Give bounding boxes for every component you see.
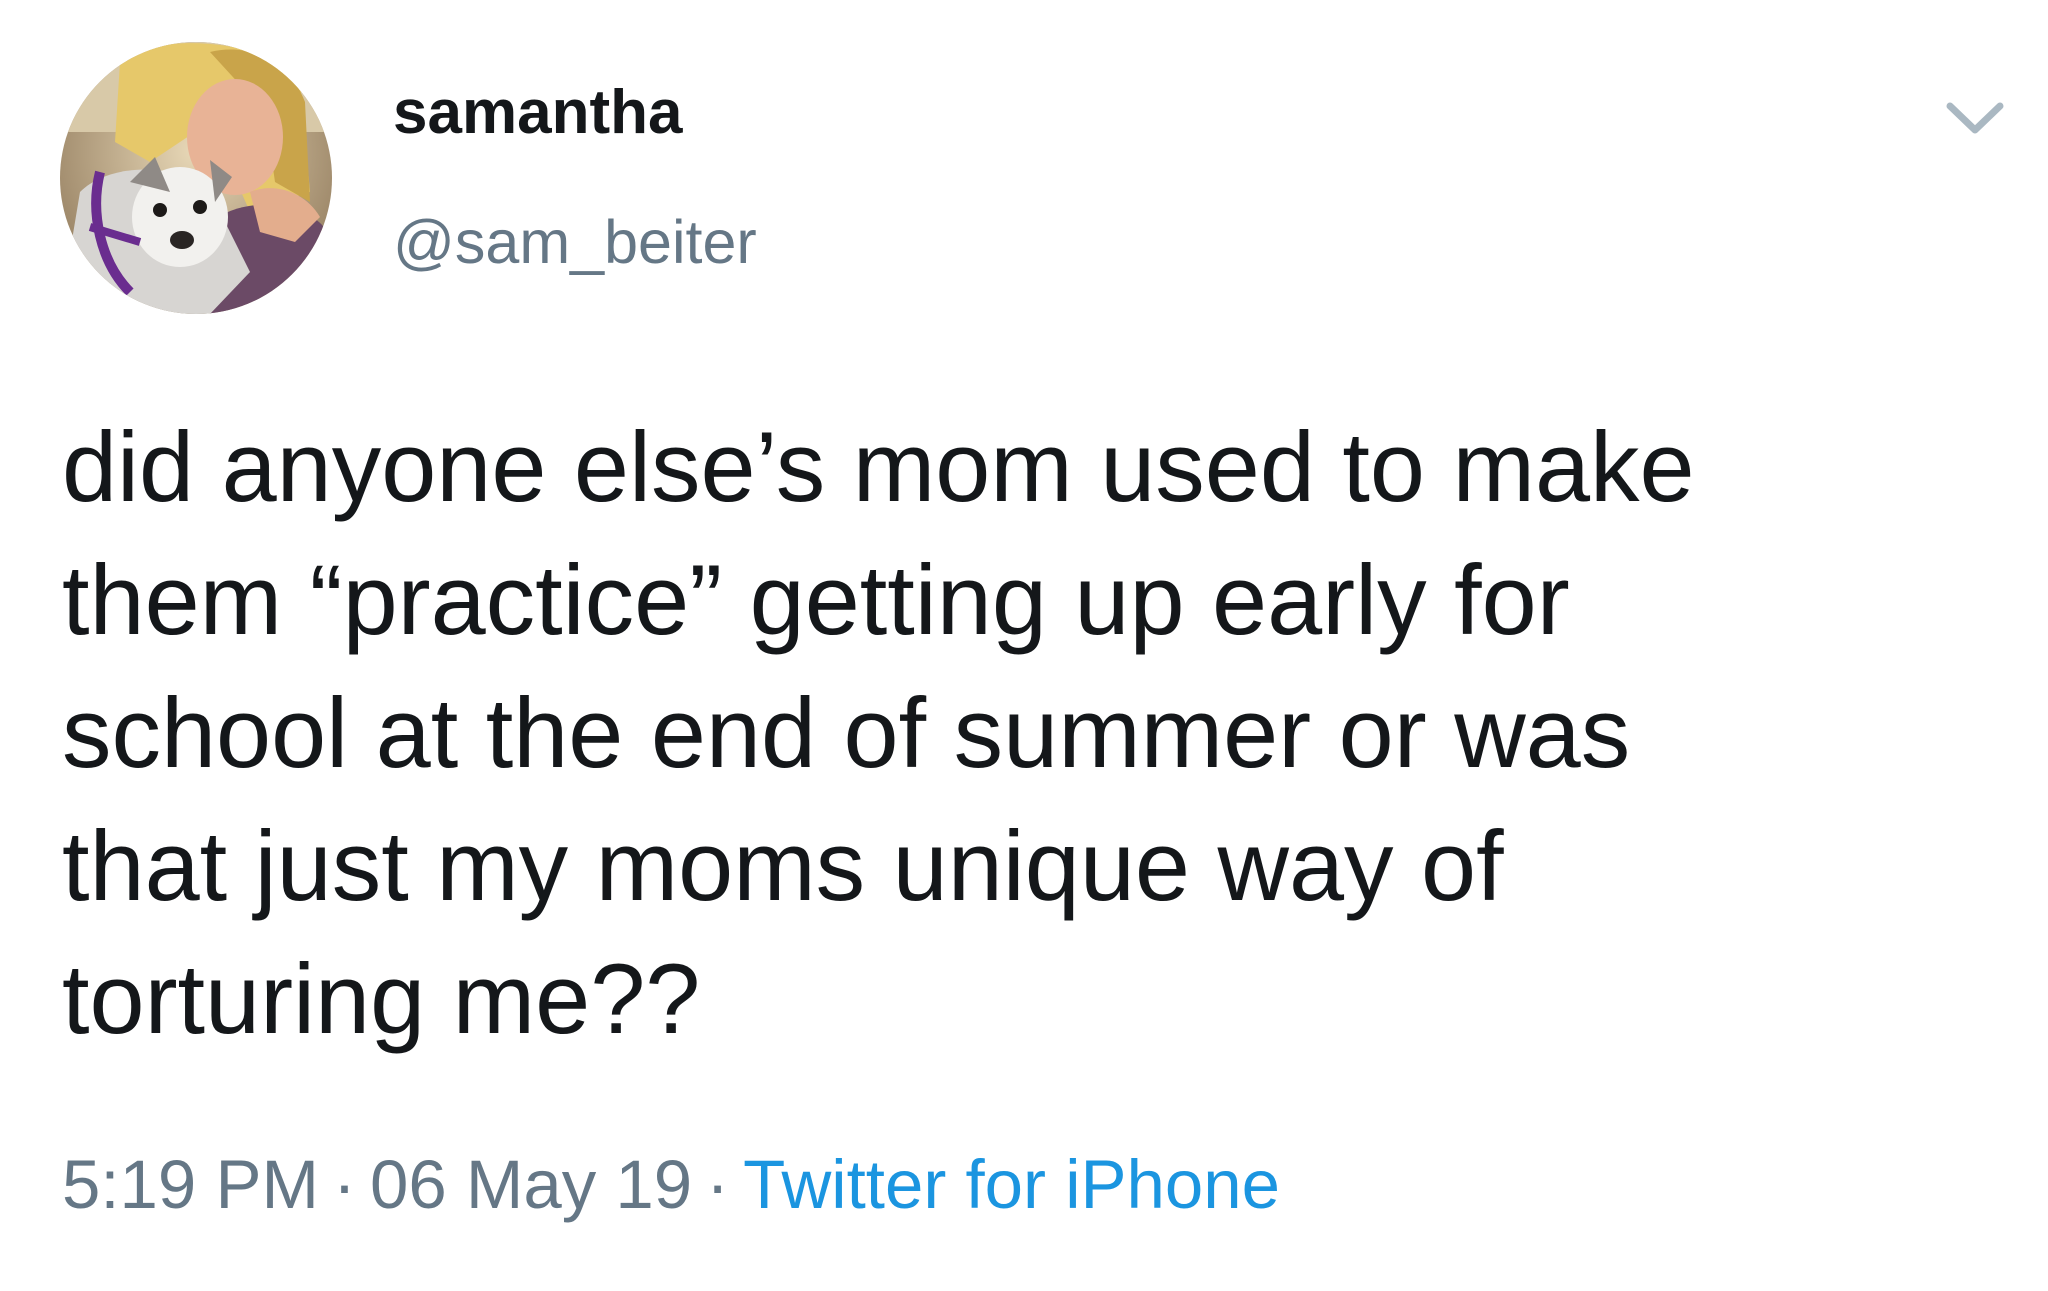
display-name[interactable]: samantha: [393, 82, 682, 144]
tweet-meta: 5:19 PM · 06 May 19 · Twitter for iPhone: [62, 1150, 1280, 1219]
avatar-photo: [60, 42, 332, 314]
tweet-text: did anyone else’s mom used to make them …: [62, 400, 2002, 1065]
tweet-text-line: torturing me??: [62, 943, 701, 1054]
tweet-text-line: them “practice” getting up early for: [62, 544, 1570, 655]
chevron-down-icon[interactable]: [1940, 92, 2010, 142]
tweet-text-line: school at the end of summer or was: [62, 677, 1631, 788]
tweet-source-link[interactable]: Twitter for iPhone: [743, 1146, 1280, 1223]
tweet-text-line: that just my moms unique way of: [62, 810, 1504, 921]
user-handle[interactable]: @sam_beiter: [393, 212, 757, 273]
tweet-date[interactable]: 06 May 19: [370, 1146, 692, 1223]
tweet-time[interactable]: 5:19 PM: [62, 1146, 319, 1223]
avatar[interactable]: [60, 42, 332, 314]
tweet-card: samantha @sam_beiter did anyone else’s m…: [0, 0, 2048, 1291]
tweet-text-line: did anyone else’s mom used to make: [62, 411, 1695, 522]
meta-separator: ·: [332, 1146, 356, 1223]
meta-separator: ·: [706, 1146, 730, 1223]
